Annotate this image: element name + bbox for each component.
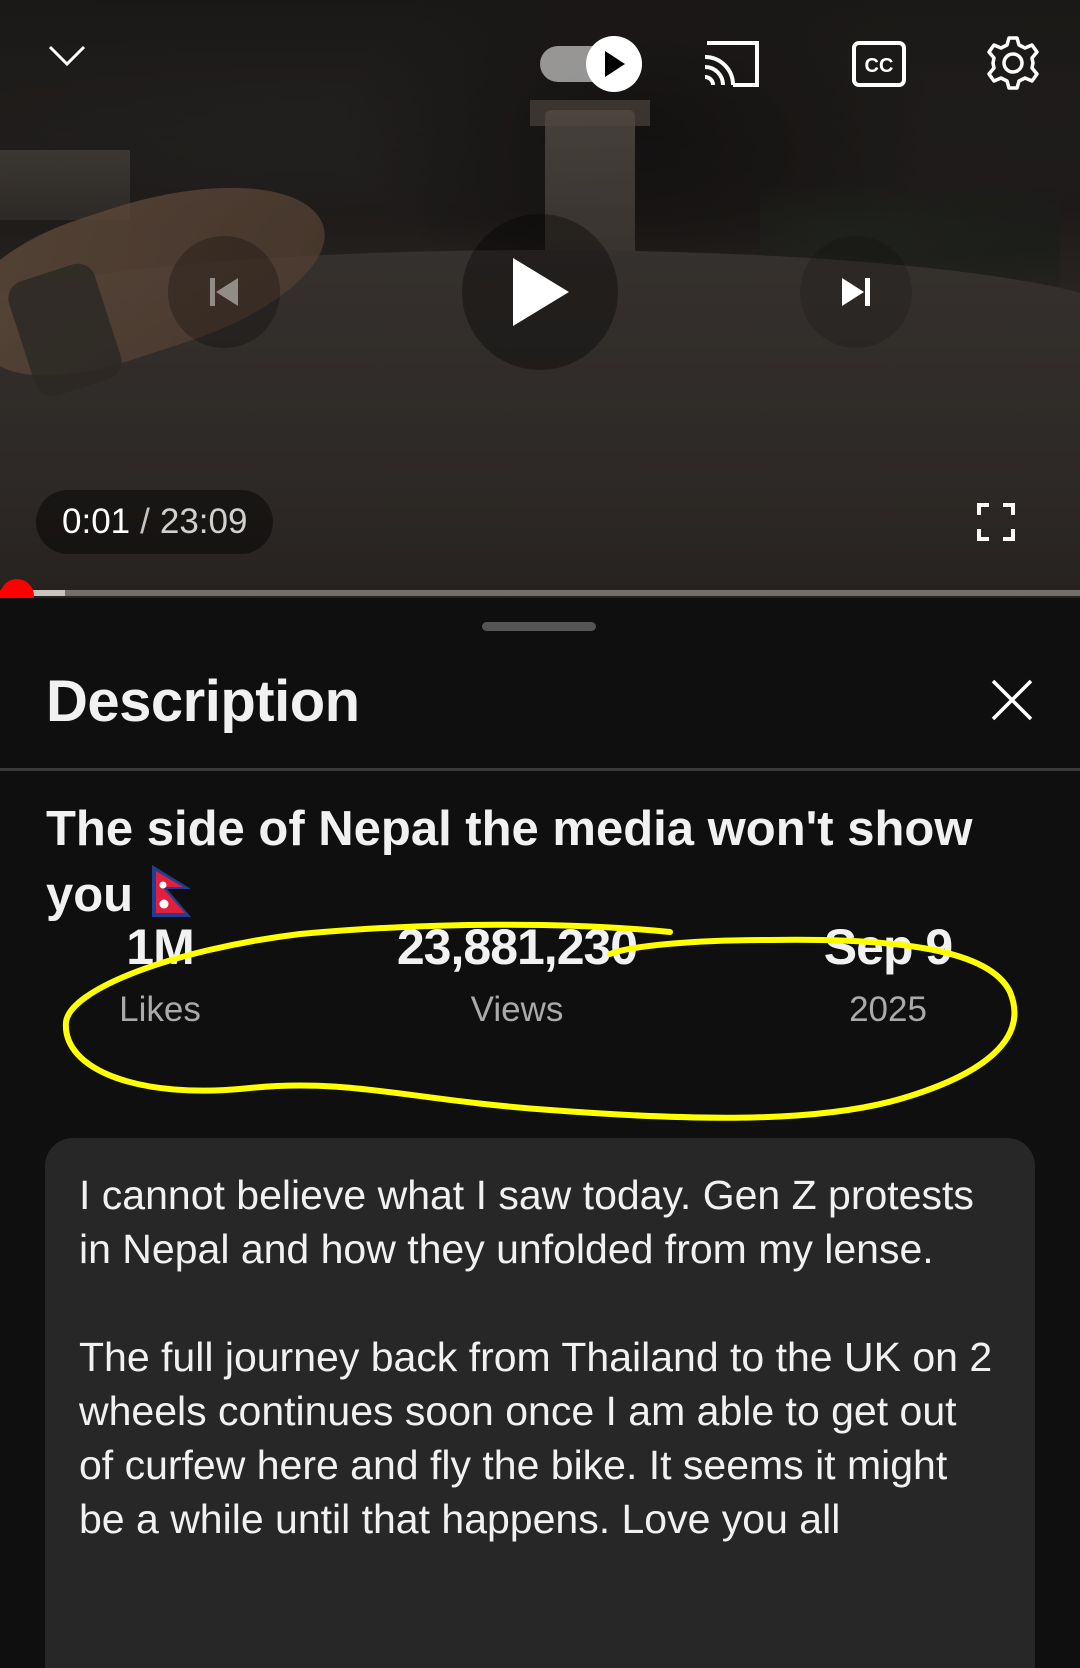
previous-button[interactable]	[168, 236, 280, 348]
views-stat: 23,881,230 Views	[357, 918, 677, 1030]
cast-icon[interactable]	[700, 36, 764, 92]
autoplay-toggle-icon	[586, 36, 642, 92]
drag-handle[interactable]	[482, 622, 596, 631]
cc-icon[interactable]: CC	[850, 36, 908, 92]
time-separator: /	[140, 502, 150, 541]
upload-year: 2025	[849, 990, 927, 1029]
panel-divider	[0, 768, 1080, 771]
autoplay-toggle[interactable]	[540, 36, 644, 92]
likes-label: Likes	[119, 990, 201, 1029]
fullscreen-icon[interactable]	[972, 498, 1020, 546]
next-button[interactable]	[800, 236, 912, 348]
skip-previous-icon	[204, 272, 244, 312]
likes-count: 1M	[126, 919, 194, 975]
time-display: 0:01 / 23:09	[36, 490, 274, 554]
video-player[interactable]: CC 0:01 / 23:09	[0, 0, 1080, 598]
video-title: The side of Nepal the media won't show y…	[46, 796, 1036, 928]
panel-title: Description	[46, 669, 360, 734]
upload-date-stat: Sep 9 2025	[728, 918, 1048, 1030]
current-time: 0:01	[62, 502, 131, 541]
progress-bar[interactable]	[0, 590, 1080, 596]
chevron-down-icon[interactable]	[42, 36, 92, 76]
svg-text:CC: CC	[865, 55, 894, 77]
nepal-flag-icon	[149, 863, 195, 921]
upload-date: Sep 9	[823, 919, 953, 975]
skip-next-icon	[836, 272, 876, 312]
description-paragraph: The full journey back from Thailand to t…	[79, 1334, 993, 1542]
description-paragraph: I cannot believe what I saw today. Gen Z…	[79, 1172, 974, 1272]
video-stats: 1M Likes 23,881,230 Views Sep 9 2025	[60, 918, 1020, 1058]
likes-stat: 1M Likes	[0, 918, 320, 1030]
description-panel: Description The side of Nepal the media …	[0, 598, 1080, 1668]
views-count: 23,881,230	[396, 919, 638, 975]
play-icon	[509, 256, 571, 328]
play-button[interactable]	[462, 214, 618, 370]
close-icon[interactable]	[988, 676, 1036, 724]
views-label: Views	[470, 990, 564, 1029]
description-box: I cannot believe what I saw today. Gen Z…	[45, 1138, 1035, 1668]
gear-icon[interactable]	[984, 34, 1042, 92]
video-duration: 23:09	[159, 502, 248, 541]
description-text: I cannot believe what I saw today. Gen Z…	[79, 1168, 1001, 1546]
